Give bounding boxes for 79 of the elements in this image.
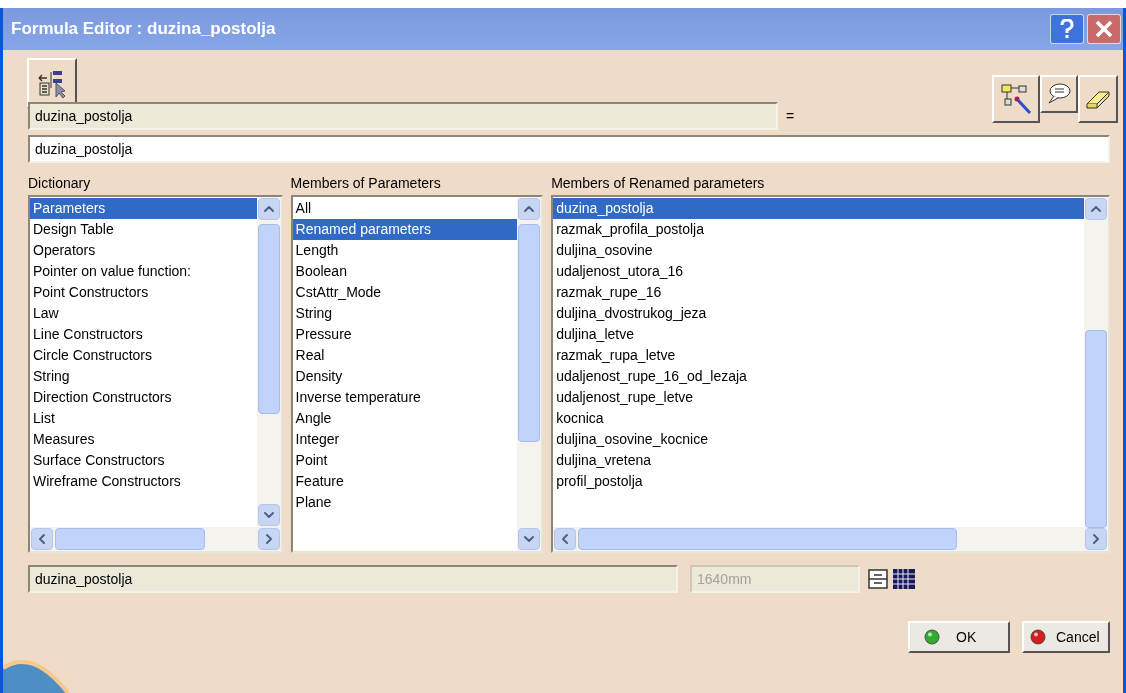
list-label: Members of Parameters <box>290 174 442 193</box>
list-item[interactable]: duljina_vretena <box>553 450 1084 471</box>
list-item[interactable]: Boolean <box>292 261 518 282</box>
list-item[interactable]: CstAttr_Mode <box>292 282 518 303</box>
list-item[interactable]: razmak_rupa_letve <box>553 345 1084 366</box>
list-item[interactable]: Operators <box>30 240 257 261</box>
scroll-thumb[interactable] <box>1085 330 1107 528</box>
question-mark-icon <box>1060 19 1074 39</box>
list-item[interactable]: profil_postolja <box>553 471 1084 492</box>
list-item[interactable]: duljina_dvostrukog_jeza <box>553 303 1084 324</box>
parameter-field[interactable]: duzina_postolja <box>28 102 778 130</box>
list-item[interactable]: razmak_rupe_16 <box>553 282 1084 303</box>
list-item[interactable]: Integer <box>292 429 518 450</box>
scroll-left-button[interactable] <box>554 528 577 550</box>
list-item[interactable]: String <box>30 366 257 387</box>
toolbar-button[interactable] <box>992 75 1040 123</box>
list-item[interactable]: Real <box>292 345 518 366</box>
ok-button[interactable]: OK <box>908 621 1010 653</box>
list-item[interactable]: String <box>292 303 518 324</box>
list-item[interactable]: Circle Constructors <box>30 345 257 366</box>
scroll-down-button[interactable] <box>518 528 541 550</box>
window-title: Formula Editor : duzina_postolja <box>11 18 276 41</box>
scroll-right-button[interactable] <box>1085 528 1107 550</box>
scroll-left-button[interactable] <box>31 528 53 550</box>
list-item[interactable]: Inverse temperature <box>292 387 518 408</box>
scroll-up-button[interactable] <box>257 198 280 220</box>
list-item[interactable]: Measures <box>30 429 257 450</box>
status-dot-icon <box>1030 629 1046 645</box>
list-item[interactable]: udaljenost_utora_16 <box>553 261 1084 282</box>
list-item[interactable]: Law <box>30 303 257 324</box>
list-item[interactable]: Direction Constructors <box>30 387 257 408</box>
list-item[interactable]: Surface Constructors <box>30 450 257 471</box>
list-item[interactable]: Angle <box>292 408 518 429</box>
list-item[interactable]: Pointer on value function: <box>30 261 257 282</box>
list-item[interactable]: All <box>292 198 518 219</box>
scroll-thumb[interactable] <box>257 224 280 414</box>
grid-icon[interactable] <box>892 568 916 590</box>
list-item[interactable]: duljina_osovine_kocnice <box>553 429 1084 450</box>
list-item[interactable]: duljina_letve <box>553 324 1084 345</box>
toolbar-button[interactable] <box>1078 75 1118 123</box>
list-item[interactable]: List <box>30 408 257 429</box>
close-button[interactable] <box>1087 14 1121 44</box>
close-icon <box>1095 20 1113 38</box>
scroll-thumb[interactable] <box>578 528 957 550</box>
list-label: Members of Renamed parameters <box>551 174 766 193</box>
list-label: Dictionary <box>28 174 92 193</box>
scroll-up-button[interactable] <box>518 198 541 220</box>
list-item[interactable]: razmak_profila_postolja <box>553 219 1084 240</box>
status-dot-icon <box>924 629 940 645</box>
value-field[interactable]: duzina_postolja <box>28 565 678 593</box>
scroll-up-button[interactable] <box>1085 198 1107 220</box>
scroll-thumb[interactable] <box>55 528 206 550</box>
list-item[interactable]: Density <box>292 366 518 387</box>
scroll-right-button[interactable] <box>257 528 280 550</box>
formula-field[interactable]: duzina_postolja <box>28 135 1110 163</box>
list-item[interactable]: Length <box>292 240 518 261</box>
cancel-button[interactable]: Cancel <box>1022 621 1110 653</box>
list-item[interactable]: duzina_postolja <box>553 198 1084 219</box>
scroll-thumb[interactable] <box>518 224 541 442</box>
list-item[interactable]: duljina_osovine <box>553 240 1084 261</box>
list-item[interactable]: Point <box>292 450 518 471</box>
graph-wand-icon <box>999 82 1033 116</box>
list-item[interactable]: kocnica <box>553 408 1084 429</box>
list-item[interactable]: Wireframe Constructors <box>30 471 257 492</box>
equals-sign: = <box>786 106 795 126</box>
list-item[interactable]: Renamed parameters <box>292 219 518 240</box>
help-button[interactable] <box>1050 14 1084 44</box>
list-item[interactable]: Design Table <box>30 219 257 240</box>
list-item[interactable]: Feature <box>292 471 518 492</box>
spinner-icon[interactable] <box>868 569 888 589</box>
list-item[interactable]: udaljenost_rupe_letve <box>553 387 1084 408</box>
list-item[interactable]: Line Constructors <box>30 324 257 345</box>
scroll-down-button[interactable] <box>257 504 280 526</box>
list-item[interactable]: Parameters <box>30 198 257 219</box>
list-item[interactable]: Pressure <box>292 324 518 345</box>
toolbar-button[interactable] <box>1040 75 1078 113</box>
list-item[interactable]: Point Constructors <box>30 282 257 303</box>
list-item[interactable]: udaljenost_rupe_16_od_lezaja <box>553 366 1084 387</box>
list-item[interactable]: Plane <box>292 492 518 513</box>
